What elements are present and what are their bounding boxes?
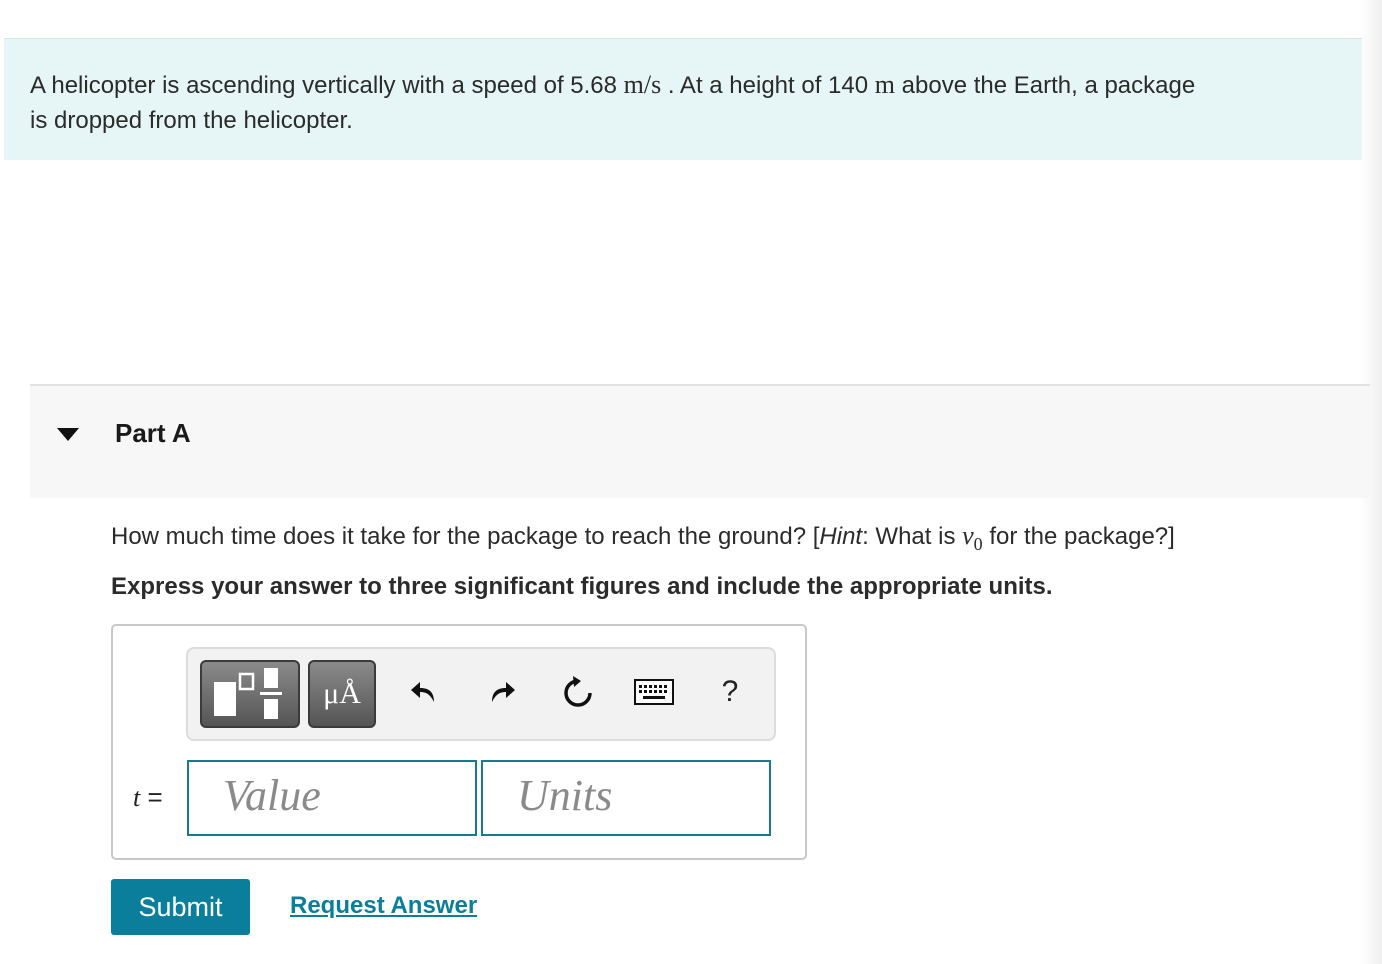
question-part: : What is [862, 523, 963, 550]
v0-subscript: 0 [973, 534, 983, 555]
help-icon[interactable]: ? [708, 670, 752, 714]
question-part: How much time does it take for the packa… [111, 523, 820, 550]
request-answer-link[interactable]: Request Answer [290, 892, 477, 920]
math-toolbar: μÅ ? [186, 647, 776, 741]
question-part: for the package?] [982, 523, 1175, 550]
undo-icon[interactable] [402, 670, 446, 714]
redo-icon[interactable] [480, 670, 524, 714]
v0-letter: v [962, 521, 974, 550]
variable-label: t = [133, 782, 163, 813]
value-input[interactable]: Value [187, 760, 477, 836]
answer-box: μÅ ? t = Value Units [111, 624, 807, 860]
problem-line-2: is dropped from the helicopter. [30, 107, 353, 134]
problem-line-1: A helicopter is ascending vertically wit… [30, 67, 1336, 103]
problem-statement: A helicopter is ascending vertically wit… [4, 38, 1362, 160]
question-text: How much time does it take for the packa… [111, 521, 1175, 555]
part-title: Part A [115, 418, 191, 448]
hint-label: Hint [819, 523, 863, 550]
fraction-template-icon [214, 668, 282, 719]
problem-text: A helicopter is ascending vertically wit… [30, 72, 624, 99]
height-unit: m [874, 70, 895, 99]
submit-button[interactable]: Submit [111, 879, 250, 935]
keyboard-icon[interactable] [632, 670, 676, 714]
answer-instruction: Express your answer to three significant… [111, 573, 1053, 600]
reset-icon[interactable] [556, 670, 600, 714]
problem-text: above the Earth, a package [894, 72, 1196, 99]
collapse-triangle-icon[interactable] [57, 428, 79, 441]
equals-sign: = [140, 782, 163, 812]
units-button[interactable]: μÅ [308, 660, 376, 728]
problem-text: . At a height of 140 [661, 72, 875, 99]
v0-symbol: v0 [962, 521, 983, 554]
part-a-header[interactable]: Part A [30, 384, 1370, 498]
units-input[interactable]: Units [481, 760, 771, 836]
templates-button[interactable] [200, 660, 300, 728]
speed-unit: m/s [623, 70, 662, 99]
